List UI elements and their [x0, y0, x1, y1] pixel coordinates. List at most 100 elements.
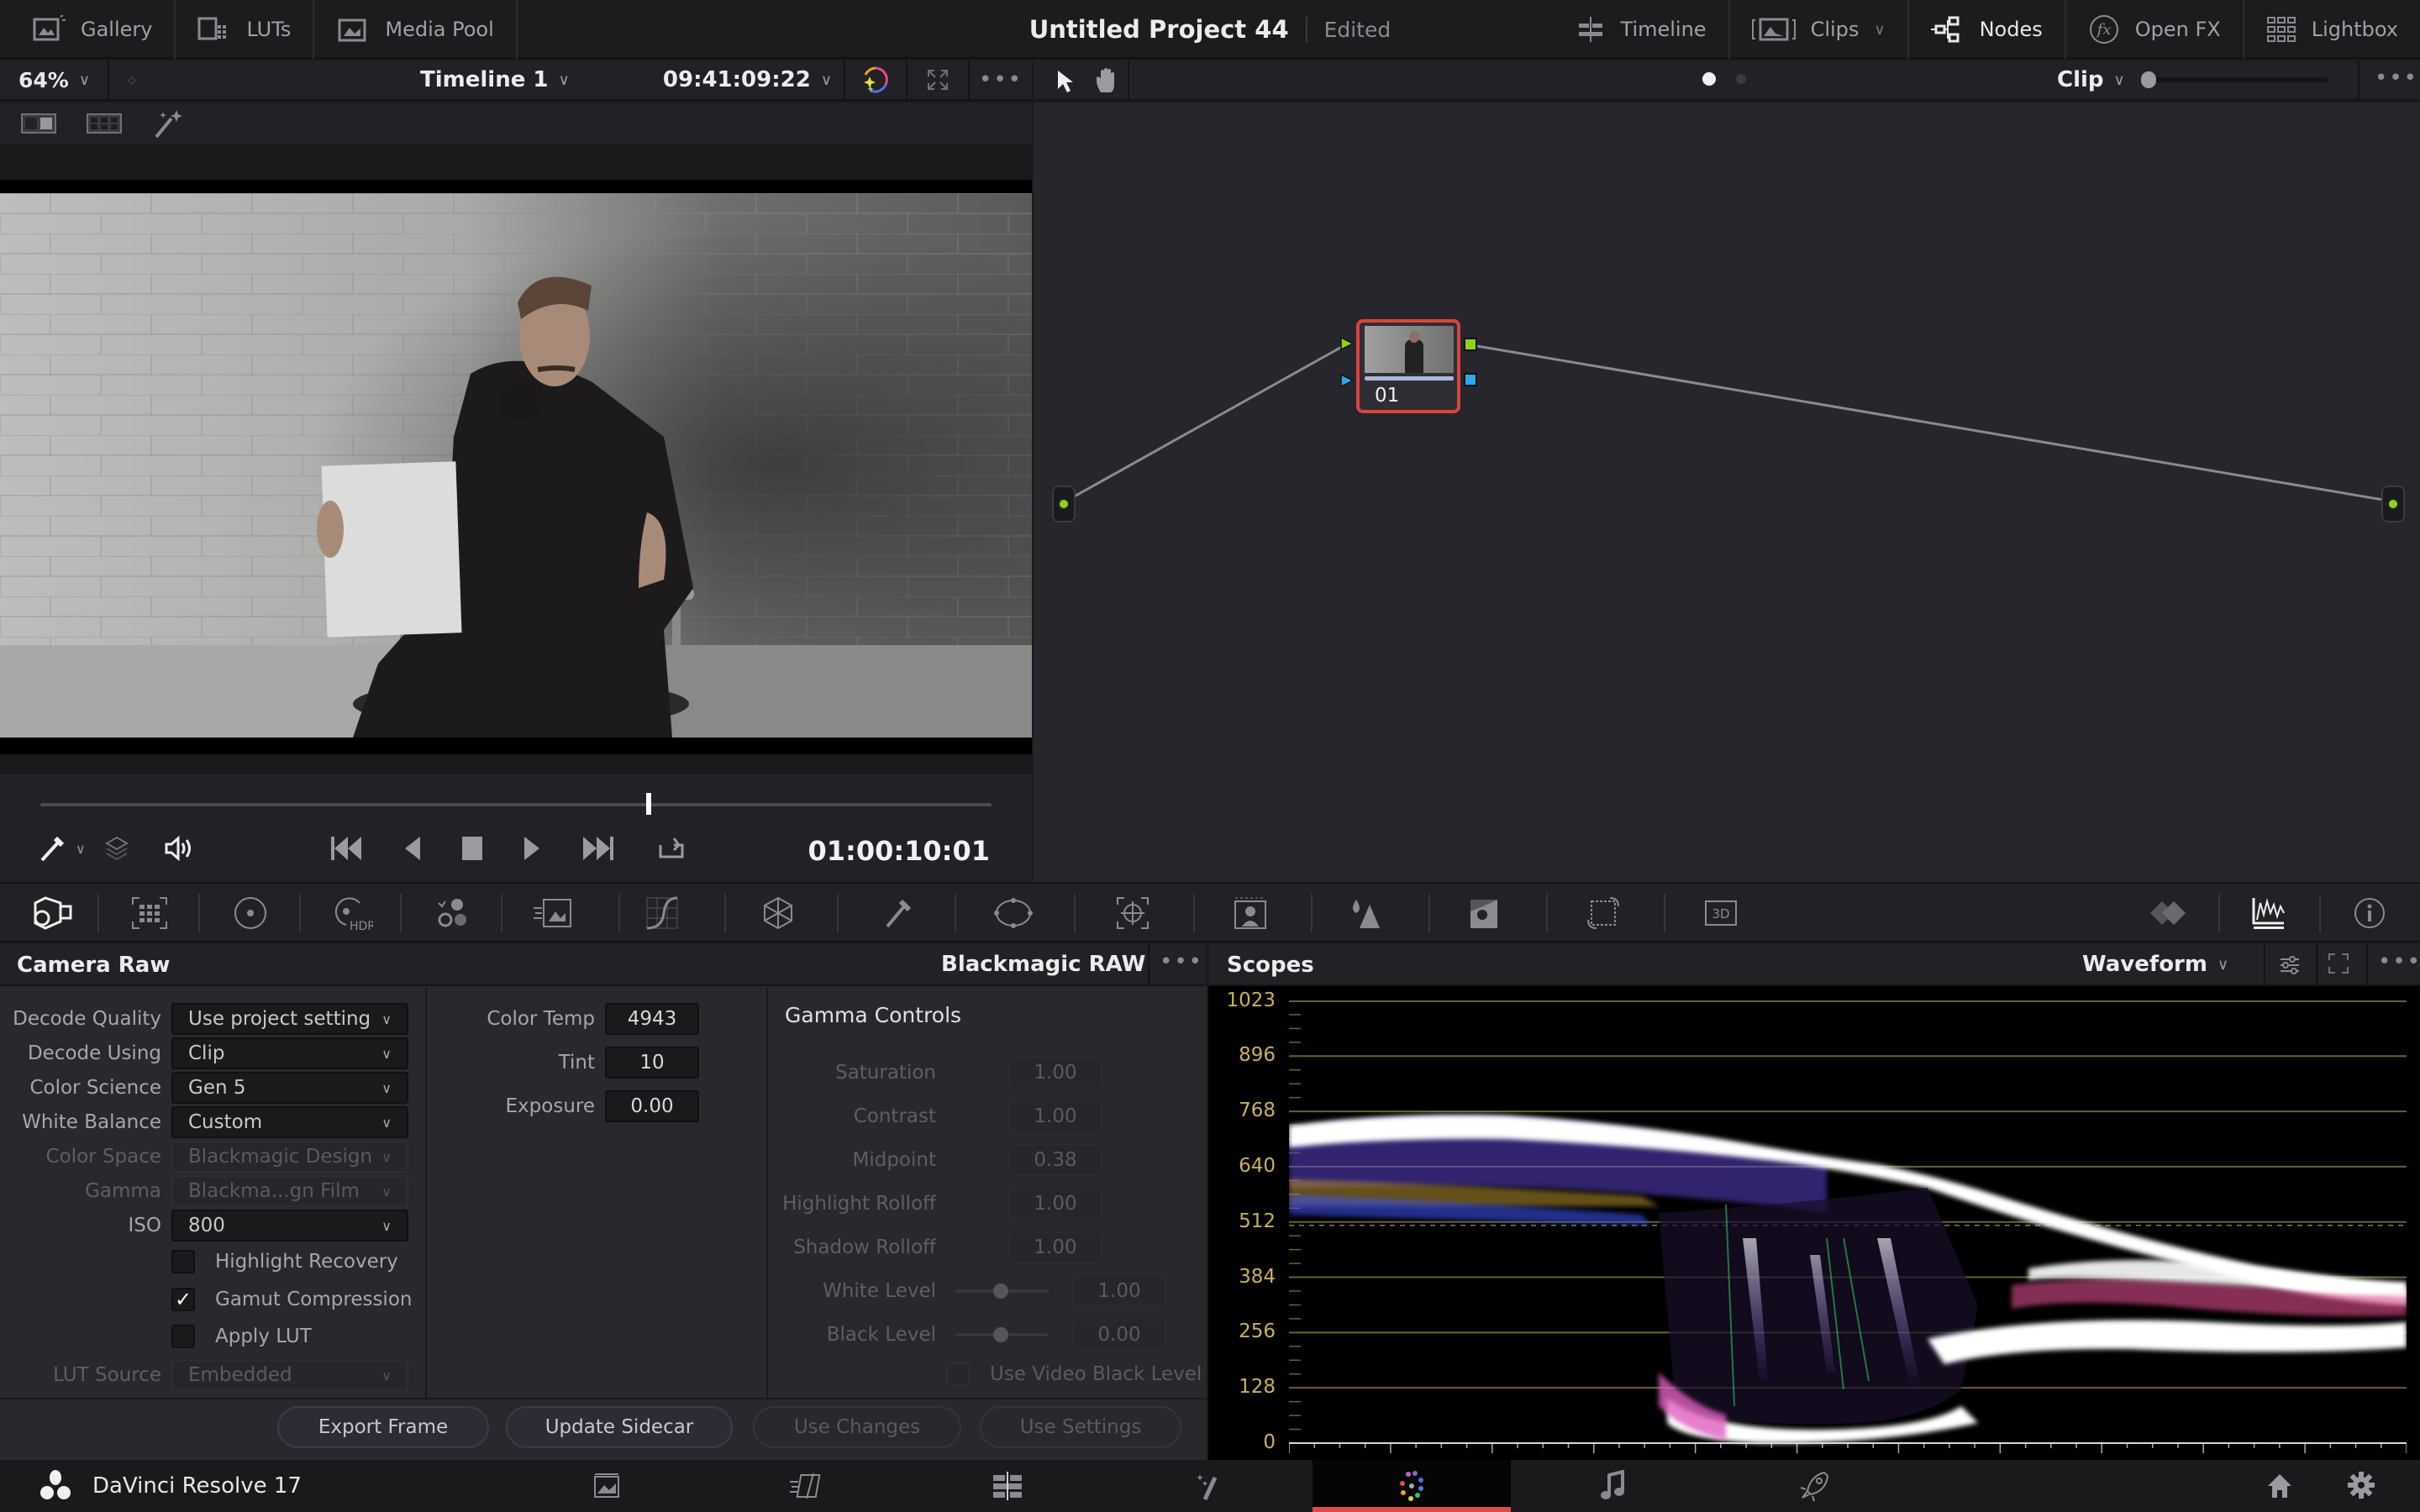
magic-mask-palette-button[interactable]: [1200, 884, 1301, 942]
scope-type-dropdown[interactable]: Waveform ∨: [2082, 944, 2228, 984]
timeline-button[interactable]: Timeline: [1554, 0, 1730, 59]
play-icon[interactable]: [523, 835, 541, 862]
color-temp-input[interactable]: 4943: [605, 1003, 699, 1035]
white-balance-dropdown[interactable]: Custom ∨: [171, 1106, 408, 1138]
gallery-grid-icon[interactable]: [86, 112, 123, 135]
more-icon[interactable]: •••: [2378, 949, 2420, 974]
shadow-rolloff-input[interactable]: 1.00: [1008, 1231, 1102, 1263]
raw-codec-selector[interactable]: Blackmagic RAW: [941, 944, 1145, 984]
timeline-dropdown[interactable]: Timeline 1 ∨: [420, 67, 570, 92]
gallery-button[interactable]: Gallery: [10, 0, 176, 59]
hdr-palette-button[interactable]: HDR: [301, 884, 402, 942]
qualifier-palette-button[interactable]: [847, 884, 948, 942]
skip-to-end-icon[interactable]: [580, 835, 615, 862]
update-sidecar-button[interactable]: Update Sidecar: [506, 1406, 733, 1448]
lightbox-button[interactable]: Lightbox: [2244, 0, 2420, 59]
more-icon[interactable]: •••: [1160, 949, 1203, 974]
node-zoom-slider[interactable]: [2146, 77, 2328, 82]
node-page-dot[interactable]: [1736, 74, 1746, 84]
export-frame-button[interactable]: Export Frame: [277, 1406, 489, 1448]
source-timecode-dropdown[interactable]: 09:41:09:22 ∨: [663, 67, 832, 92]
more-icon[interactable]: •••: [2375, 66, 2418, 91]
node-graph[interactable]: 01: [1034, 102, 2420, 882]
use-changes-button[interactable]: Use Changes: [753, 1406, 961, 1448]
black-level-knob[interactable]: [993, 1327, 1008, 1342]
contrast-input[interactable]: 1.00: [1008, 1100, 1102, 1132]
color-mode-button[interactable]: [845, 60, 908, 100]
tracker-palette-button[interactable]: [1082, 884, 1183, 942]
saturation-input[interactable]: 1.00: [1008, 1057, 1102, 1089]
node-zoom-knob[interactable]: [2141, 71, 2156, 88]
split-view-icon[interactable]: [20, 112, 57, 135]
clips-button[interactable]: Clips ∨: [1730, 0, 1909, 59]
node-key-input-icon[interactable]: [1339, 373, 1355, 388]
video-frame[interactable]: [0, 193, 1032, 738]
decode-quality-dropdown[interactable]: Use project setting ∨: [171, 1003, 408, 1035]
use-settings-button[interactable]: Use Settings: [980, 1406, 1181, 1448]
output-port[interactable]: [2381, 486, 2405, 522]
node-rgb-input-icon[interactable]: [1339, 336, 1355, 351]
midpoint-input[interactable]: 0.38: [1008, 1144, 1102, 1176]
window-palette-button[interactable]: [963, 884, 1064, 942]
lut-source-dropdown[interactable]: Embedded ∨: [171, 1359, 408, 1391]
chevron-down-icon[interactable]: ∨: [76, 841, 86, 857]
node-page-dot-active[interactable]: [1702, 72, 1716, 86]
rgb-mixer-palette-button[interactable]: [402, 884, 502, 942]
node-key-output-port[interactable]: [1464, 373, 1477, 386]
magic-wand-icon[interactable]: [151, 107, 185, 140]
gamma-dropdown[interactable]: Blackma...gn Film ∨: [171, 1175, 408, 1207]
fullscreen-button[interactable]: [908, 60, 970, 100]
white-level-input[interactable]: 1.00: [1072, 1275, 1166, 1307]
home-icon[interactable]: [2265, 1472, 2294, 1500]
gamut-compression-checkbox[interactable]: ✓: [171, 1288, 195, 1311]
highlight-recovery-checkbox-row[interactable]: Highlight Recovery: [171, 1250, 398, 1273]
play-reverse-icon[interactable]: [403, 835, 422, 862]
color-space-dropdown[interactable]: Blackmagic Design ∨: [171, 1141, 408, 1173]
black-level-input[interactable]: 0.00: [1072, 1319, 1166, 1351]
playhead[interactable]: [646, 793, 652, 815]
node-rgb-output-port[interactable]: [1464, 338, 1477, 351]
curves-palette-button[interactable]: [612, 884, 713, 942]
luts-button[interactable]: LUTs: [176, 0, 315, 59]
deliver-page-button[interactable]: [1716, 1460, 1914, 1512]
source-input-port[interactable]: [1052, 486, 1076, 522]
expand-icon[interactable]: [2328, 953, 2349, 974]
color-warper-palette-button[interactable]: [728, 884, 829, 942]
color-match-palette-button[interactable]: [99, 884, 200, 942]
blur-palette-button[interactable]: [1314, 884, 1415, 942]
node-mode-dropdown[interactable]: Clip ∨: [2057, 60, 2125, 99]
scopes-palette-button[interactable]: [2218, 884, 2319, 942]
gamut-compression-checkbox-row[interactable]: ✓ Gamut Compression: [171, 1288, 412, 1311]
color-wheels-palette-button[interactable]: [200, 884, 301, 942]
scope-settings-icon[interactable]: [2277, 953, 2302, 978]
motion-effects-palette-button[interactable]: [502, 884, 603, 942]
highlight-rolloff-input[interactable]: 1.00: [1008, 1188, 1102, 1220]
3d-palette-button[interactable]: 3D: [1670, 884, 1771, 942]
decode-using-dropdown[interactable]: Clip ∨: [171, 1037, 408, 1069]
info-palette-button[interactable]: [2319, 884, 2420, 942]
media-page-button[interactable]: [508, 1460, 706, 1512]
eyedropper-icon[interactable]: [37, 833, 67, 864]
color-science-dropdown[interactable]: Gen 5 ∨: [171, 1072, 408, 1104]
fusion-page-button[interactable]: [1111, 1460, 1309, 1512]
layers-icon[interactable]: [103, 834, 131, 863]
apply-lut-checkbox-row[interactable]: Apply LUT: [171, 1325, 312, 1348]
camera-raw-palette-button[interactable]: [0, 884, 101, 942]
stop-icon[interactable]: [460, 835, 484, 862]
exposure-input[interactable]: 0.00: [605, 1090, 699, 1122]
highlight-recovery-checkbox[interactable]: [171, 1250, 195, 1273]
zoom-dropdown[interactable]: 64% ∨: [0, 60, 109, 100]
video-black-level-checkbox[interactable]: [946, 1362, 970, 1386]
speaker-icon[interactable]: [163, 834, 195, 863]
scrubber-track[interactable]: [40, 803, 992, 806]
video-black-checkbox-row[interactable]: Use Video Black Level: [946, 1362, 1202, 1386]
color-page-button[interactable]: [1313, 1460, 1511, 1512]
sizing-palette-button[interactable]: [1553, 884, 1654, 942]
media-pool-button[interactable]: Media Pool: [314, 0, 518, 59]
cut-page-button[interactable]: [708, 1460, 906, 1512]
settings-gear-icon[interactable]: [2346, 1470, 2376, 1500]
keyframes-palette-button[interactable]: [2118, 884, 2218, 942]
apply-lut-checkbox[interactable]: [171, 1325, 195, 1348]
tint-input[interactable]: 10: [605, 1047, 699, 1079]
key-palette-button[interactable]: [1434, 884, 1534, 942]
